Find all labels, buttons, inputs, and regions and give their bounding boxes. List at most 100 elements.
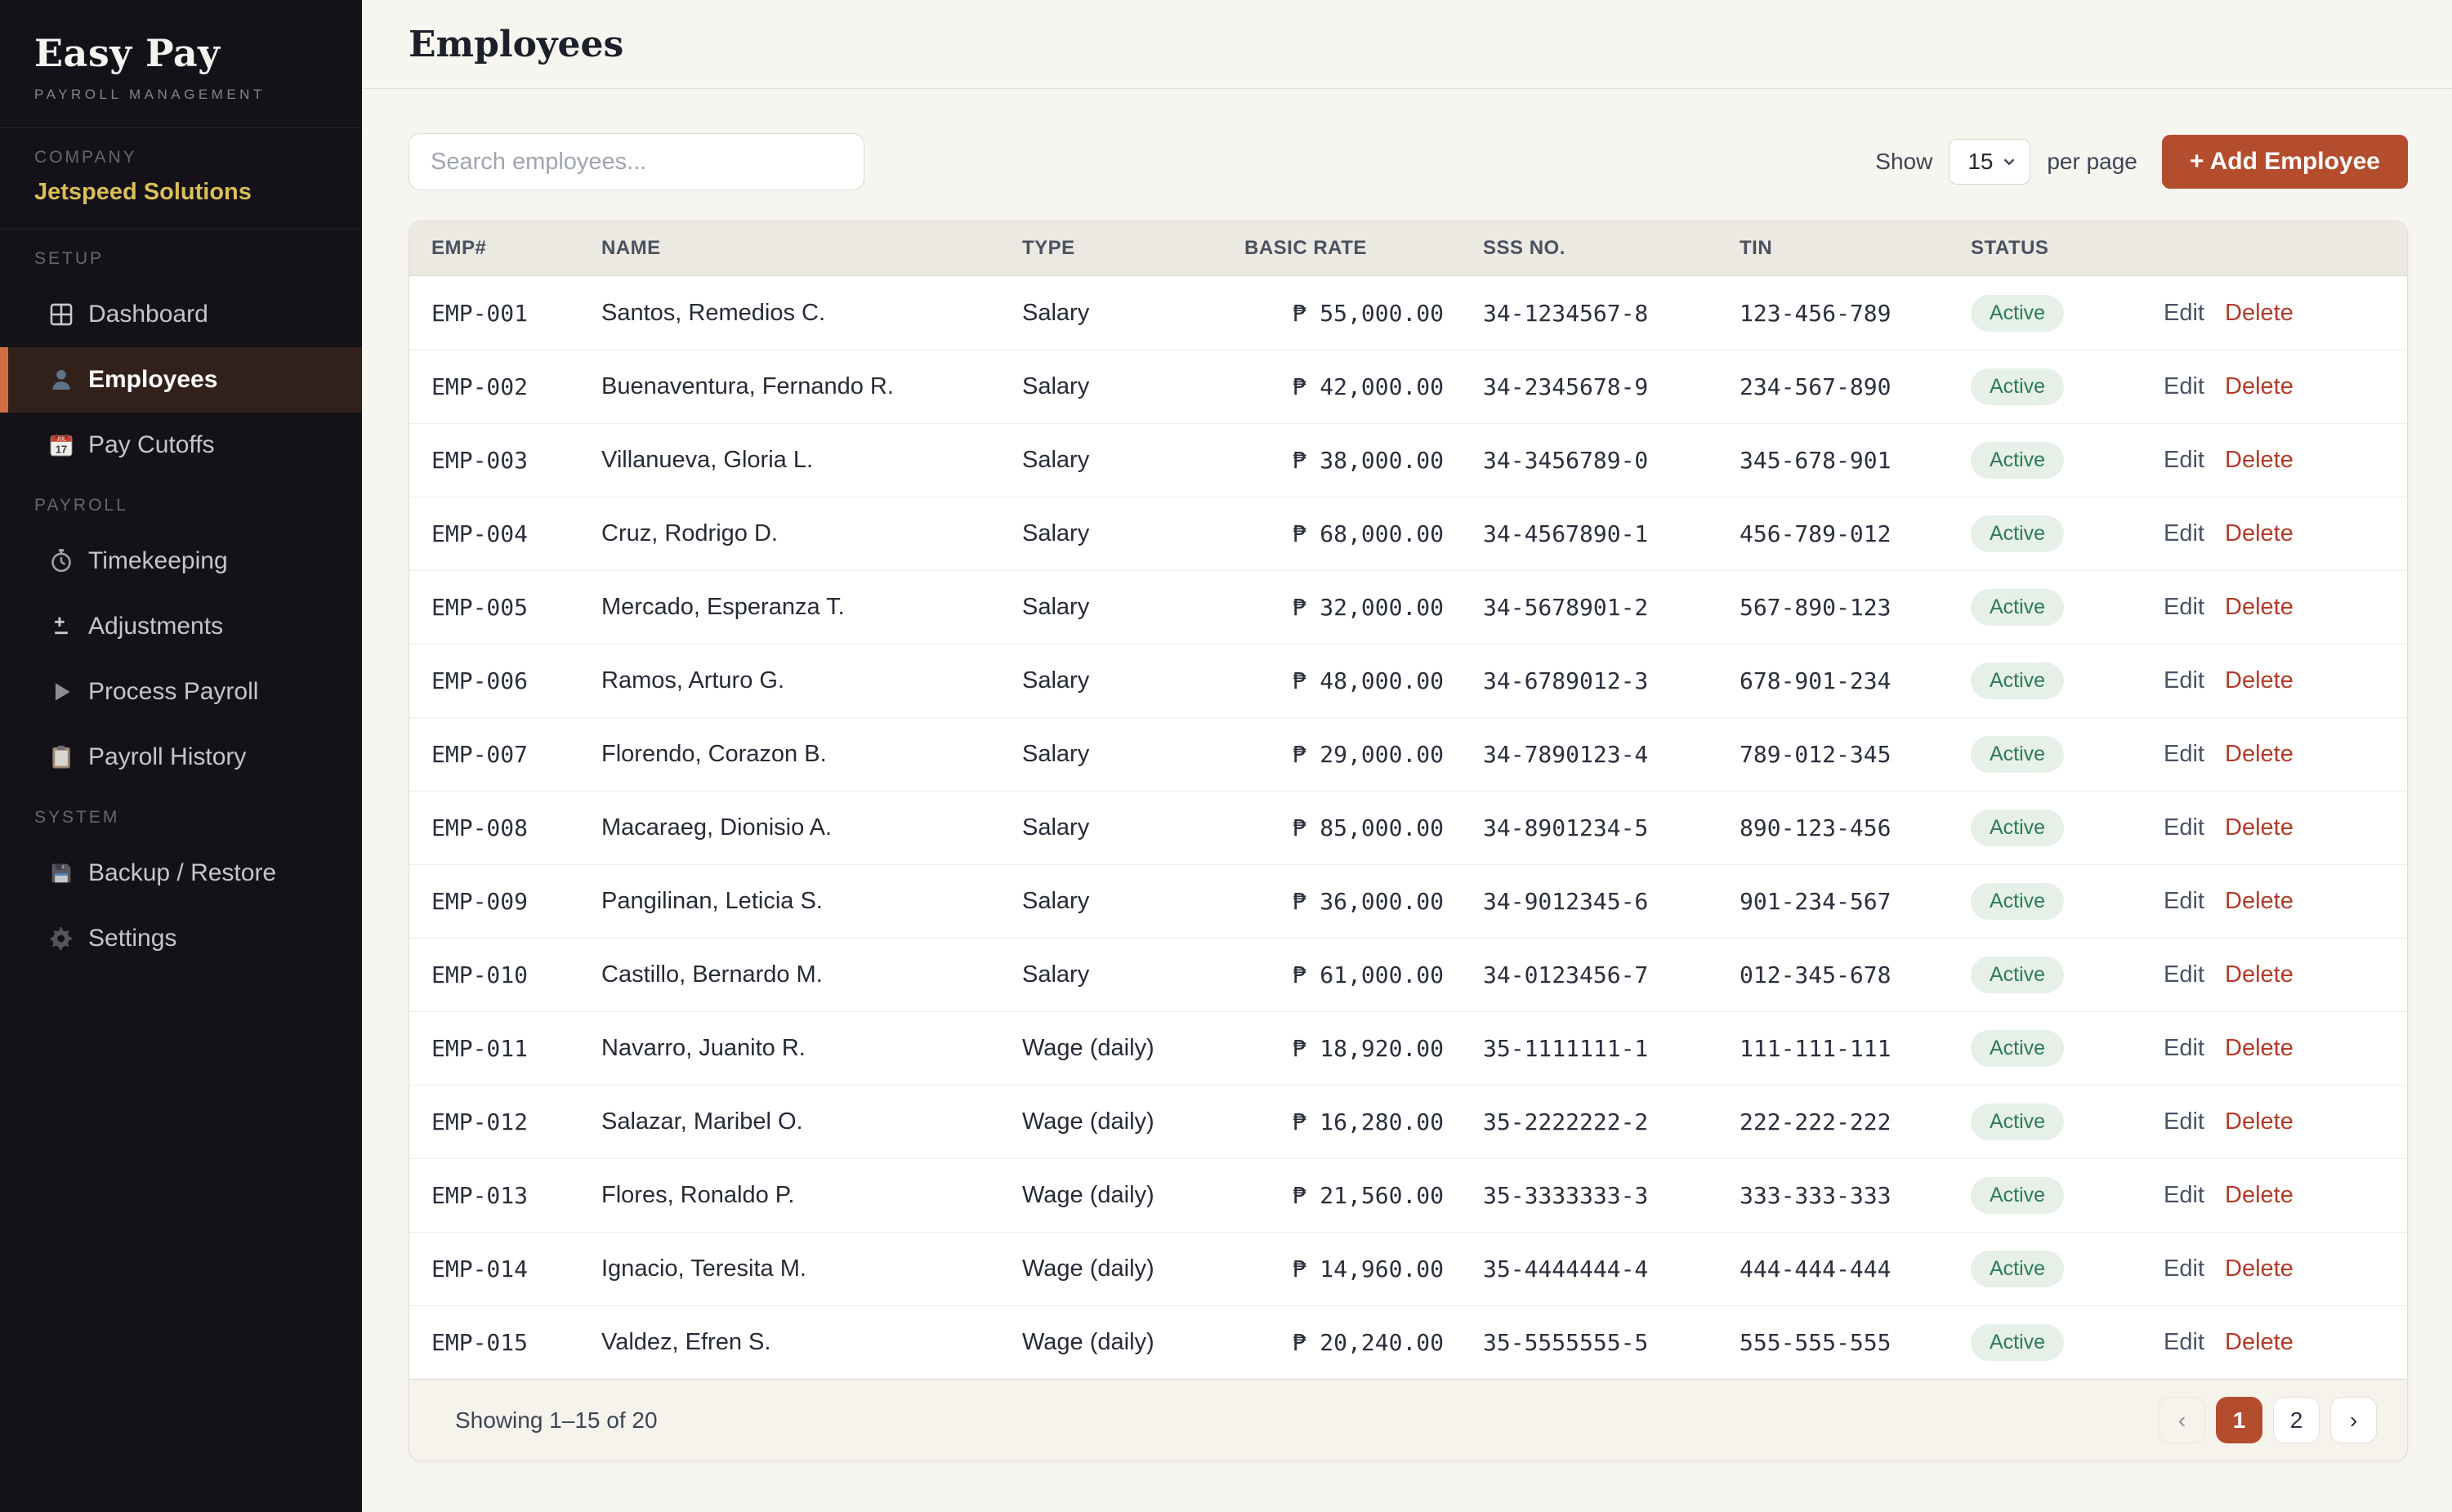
edit-link[interactable]: Edit	[2164, 961, 2204, 988]
delete-link[interactable]: Delete	[2225, 373, 2293, 399]
next-page-button[interactable]: ›	[2330, 1397, 2377, 1443]
sidebar-item-timekeeping[interactable]: Timekeeping	[0, 529, 362, 594]
add-employee-button[interactable]: + Add Employee	[2162, 135, 2408, 189]
page-2-button[interactable]: 2	[2273, 1397, 2320, 1443]
delete-link[interactable]: Delete	[2225, 741, 2293, 767]
cell-type: Salary	[1022, 888, 1244, 915]
sidebar-item-process-payroll[interactable]: Process Payroll	[0, 659, 362, 725]
delete-link[interactable]: Delete	[2225, 1108, 2293, 1135]
edit-link[interactable]: Edit	[2164, 373, 2204, 399]
delete-link[interactable]: Delete	[2225, 814, 2293, 841]
cell-type: Salary	[1022, 961, 1244, 988]
delete-link[interactable]: Delete	[2225, 594, 2293, 620]
edit-link[interactable]: Edit	[2164, 447, 2204, 473]
table-row: EMP-012 Salazar, Maribel O. Wage (daily)…	[409, 1085, 2407, 1158]
cell-name: Pangilinan, Leticia S.	[601, 888, 1022, 915]
edit-link[interactable]: Edit	[2164, 814, 2204, 841]
cell-name: Villanueva, Gloria L.	[601, 447, 1022, 474]
cell-name: Salazar, Maribel O.	[601, 1108, 1022, 1135]
edit-link[interactable]: Edit	[2164, 1108, 2204, 1135]
cell-tin: 901-234-567	[1740, 888, 1971, 915]
status-badge: Active	[1971, 368, 2064, 405]
sidebar-item-employees[interactable]: Employees	[0, 347, 362, 413]
column-header-status: STATUS	[1971, 237, 2164, 260]
app-subtitle: PAYROLL MANAGEMENT	[34, 87, 328, 103]
cell-sss-no: 35-5555555-5	[1483, 1329, 1740, 1356]
delete-link[interactable]: Delete	[2225, 1256, 2293, 1282]
sidebar-item-adjustments[interactable]: Adjustments	[0, 594, 362, 659]
cell-basic-rate: ₱ 32,000.00	[1244, 594, 1483, 621]
cell-sss-no: 34-6789012-3	[1483, 667, 1740, 694]
delete-link[interactable]: Delete	[2225, 520, 2293, 546]
delete-link[interactable]: Delete	[2225, 888, 2293, 914]
delete-link[interactable]: Delete	[2225, 447, 2293, 473]
per-page-value: 15	[1967, 149, 1993, 175]
cell-emp-number: EMP-013	[431, 1182, 601, 1209]
edit-link[interactable]: Edit	[2164, 1256, 2204, 1282]
edit-link[interactable]: Edit	[2164, 594, 2204, 620]
edit-link[interactable]: Edit	[2164, 300, 2204, 326]
sidebar-item-dashboard[interactable]: Dashboard	[0, 282, 362, 347]
pagination: ‹12›	[2159, 1397, 2377, 1443]
edit-link[interactable]: Edit	[2164, 1329, 2204, 1355]
delete-link[interactable]: Delete	[2225, 961, 2293, 988]
sidebar-item-payroll-history[interactable]: Payroll History	[0, 725, 362, 790]
column-header-emp: EMP#	[431, 237, 601, 260]
status-badge: Active	[1971, 957, 2064, 993]
delete-link[interactable]: Delete	[2225, 1035, 2293, 1061]
cell-name: Florendo, Corazon B.	[601, 741, 1022, 768]
edit-link[interactable]: Edit	[2164, 1035, 2204, 1061]
cell-name: Buenaventura, Fernando R.	[601, 373, 1022, 400]
cell-name: Mercado, Esperanza T.	[601, 594, 1022, 621]
sidebar-item-settings[interactable]: Settings	[0, 906, 362, 971]
floppy-icon	[47, 857, 85, 890]
cell-tin: 456-789-012	[1740, 520, 1971, 547]
cell-emp-number: EMP-015	[431, 1329, 601, 1356]
table-row: EMP-002 Buenaventura, Fernando R. Salary…	[409, 350, 2407, 423]
sidebar-item-backup-restore[interactable]: Backup / Restore	[0, 841, 362, 906]
per-page-select[interactable]: 15	[1949, 139, 2030, 185]
cell-type: Salary	[1022, 520, 1244, 547]
cell-basic-rate: ₱ 16,280.00	[1244, 1108, 1483, 1135]
gear-icon	[47, 922, 85, 955]
cell-emp-number: EMP-011	[431, 1035, 601, 1062]
cell-type: Salary	[1022, 741, 1244, 768]
cell-type: Wage (daily)	[1022, 1329, 1244, 1356]
cell-basic-rate: ₱ 20,240.00	[1244, 1329, 1483, 1356]
company-label: COMPANY	[34, 148, 328, 167]
status-badge: Active	[1971, 295, 2064, 332]
cell-name: Cruz, Rodrigo D.	[601, 520, 1022, 547]
table-row: EMP-006 Ramos, Arturo G. Salary ₱ 48,000…	[409, 644, 2407, 717]
calendar-icon: JUL17	[47, 429, 85, 462]
table-body: EMP-001 Santos, Remedios C. Salary ₱ 55,…	[409, 276, 2407, 1379]
sidebar-section: PAYROLL Timekeeping Adjustments Process …	[0, 496, 362, 790]
cell-sss-no: 34-9012345-6	[1483, 888, 1740, 915]
sidebar-item-pay-cutoffs[interactable]: JUL17 Pay Cutoffs	[0, 413, 362, 478]
cell-basic-rate: ₱ 68,000.00	[1244, 520, 1483, 547]
status-badge: Active	[1971, 1324, 2064, 1361]
edit-link[interactable]: Edit	[2164, 741, 2204, 767]
page-1-button[interactable]: 1	[2216, 1397, 2262, 1443]
edit-link[interactable]: Edit	[2164, 520, 2204, 546]
table-header-row: EMP#NAMETYPEBASIC RATESSS NO.TINSTATUS	[409, 221, 2407, 276]
edit-link[interactable]: Edit	[2164, 888, 2204, 914]
delete-link[interactable]: Delete	[2225, 300, 2293, 326]
prev-page-button[interactable]: ‹	[2159, 1397, 2205, 1443]
cell-sss-no: 35-3333333-3	[1483, 1182, 1740, 1209]
show-label: Show	[1875, 149, 1932, 175]
delete-link[interactable]: Delete	[2225, 667, 2293, 694]
table-footer: Showing 1–15 of 20 ‹12›	[409, 1379, 2407, 1461]
edit-link[interactable]: Edit	[2164, 1182, 2204, 1208]
cell-name: Ignacio, Teresita M.	[601, 1256, 1022, 1282]
cell-type: Wage (daily)	[1022, 1256, 1244, 1282]
page-title: Employees	[409, 24, 623, 65]
cell-name: Santos, Remedios C.	[601, 300, 1022, 327]
employees-table-card: EMP#NAMETYPEBASIC RATESSS NO.TINSTATUS E…	[409, 221, 2408, 1461]
main-area: Employees Show 15 per page + Add Employe…	[362, 0, 2452, 1512]
company-block: COMPANY Jetspeed Solutions	[0, 128, 362, 230]
edit-link[interactable]: Edit	[2164, 667, 2204, 694]
search-input[interactable]	[409, 133, 864, 190]
toolbar: Show 15 per page + Add Employee	[409, 133, 2408, 190]
delete-link[interactable]: Delete	[2225, 1182, 2293, 1208]
delete-link[interactable]: Delete	[2225, 1329, 2293, 1355]
